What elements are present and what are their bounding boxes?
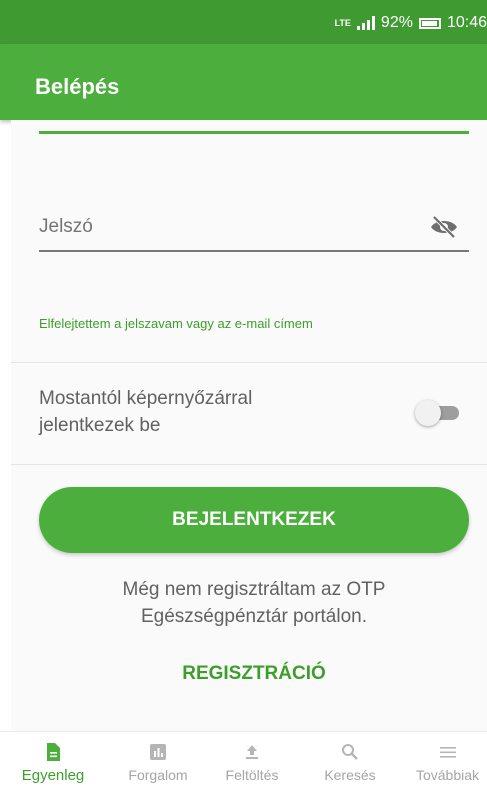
search-icon	[342, 744, 358, 760]
register-prompt-line2: Egészségpénztár portálon.	[140, 606, 368, 627]
chart-icon	[150, 744, 166, 760]
screenlock-login-label: Mostantól képernyőzárral jelentkezek be	[39, 385, 252, 439]
nav-item-more[interactable]: Továbbiak	[408, 732, 487, 790]
bottom-navigation: Egyenleg Forgalom Feltöltés Keresés Tová…	[0, 731, 487, 790]
nav-label: Feltöltés	[225, 767, 279, 783]
status-indicators: LTE 92% 10:46	[335, 14, 487, 32]
forgot-password-link[interactable]: Elfelejtettem a jelszavam vagy az e-mail…	[39, 316, 313, 331]
nav-item-balance[interactable]: Egyenleg	[18, 732, 88, 790]
status-bar: LTE 92% 10:46	[0, 0, 487, 44]
register-prompt-line1: Még nem regisztráltam az OTP	[122, 579, 386, 600]
page-title: Belépés	[35, 74, 120, 99]
register-prompt: Még nem regisztráltam az OTP Egészségpén…	[39, 576, 469, 630]
nav-label: Egyenleg	[21, 767, 85, 784]
menu-icon	[439, 747, 456, 758]
password-field[interactable]: Jelszó	[39, 206, 469, 252]
signal-icon	[356, 16, 375, 30]
nav-label: Forgalom	[128, 767, 188, 783]
document-icon	[47, 743, 60, 761]
divider	[11, 464, 487, 465]
toggle-knob	[415, 400, 441, 426]
battery-percent: 92%	[380, 14, 413, 31]
screenlock-label-line1: Mostantól képernyőzárral	[39, 388, 253, 409]
login-button[interactable]: BEJELENTKEZEK	[39, 487, 469, 553]
app-bar: Belépés	[0, 44, 487, 120]
login-form: Jelszó Elfelejtettem a jelszavam vagy az…	[11, 120, 487, 731]
battery-icon	[418, 17, 441, 29]
upload-icon	[246, 745, 258, 759]
network-type: LTE	[334, 17, 351, 28]
password-placeholder: Jelszó	[39, 216, 93, 237]
screenlock-label-line2: jelentkezek be	[39, 415, 161, 436]
nav-item-search[interactable]: Keresés	[310, 732, 390, 790]
nav-label: Keresés	[324, 767, 376, 783]
clock: 10:46	[446, 14, 487, 31]
visibility-off-icon[interactable]	[429, 215, 459, 239]
screenlock-toggle[interactable]	[415, 400, 461, 426]
register-link[interactable]: REGISZTRÁCIÓ	[39, 663, 469, 685]
nav-item-upload[interactable]: Feltöltés	[212, 732, 292, 790]
nav-label: Továbbiak	[415, 767, 480, 783]
email-field-underline[interactable]	[39, 131, 469, 134]
divider	[11, 362, 487, 363]
nav-item-transactions[interactable]: Forgalom	[118, 732, 198, 790]
